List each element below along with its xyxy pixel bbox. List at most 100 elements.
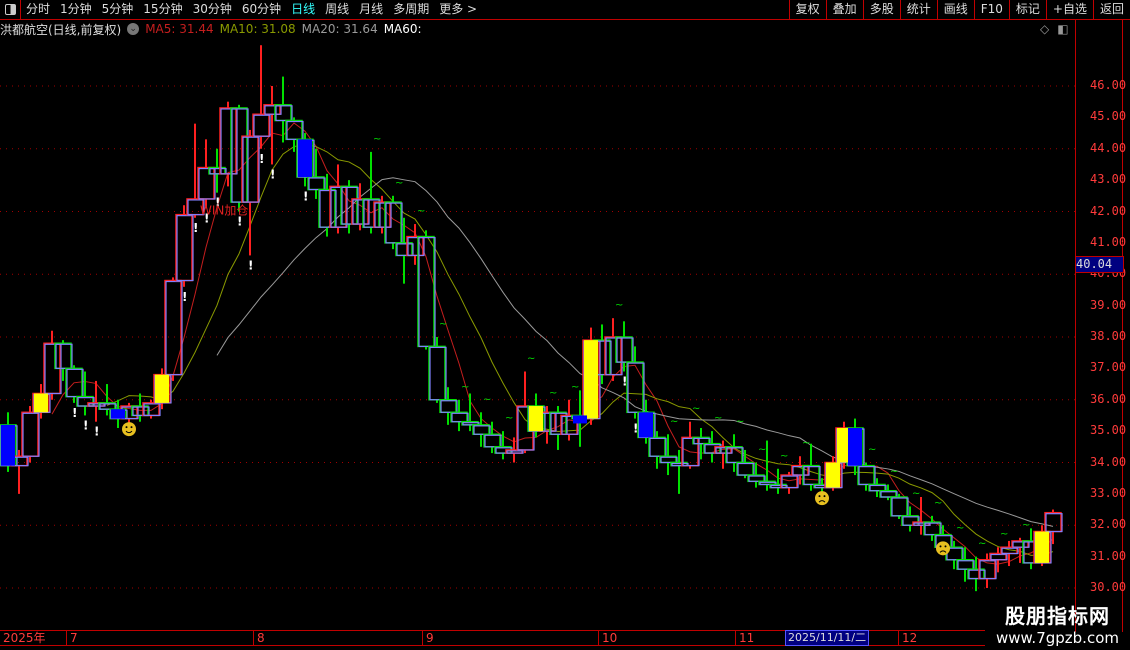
tilde-marker: ~ <box>956 523 964 534</box>
candle-box <box>209 167 227 175</box>
candle-box <box>242 136 260 203</box>
smiley-icon <box>122 422 136 437</box>
candle-box <box>627 362 645 413</box>
exclaim-marker: ! <box>182 290 187 304</box>
candle-box <box>429 346 447 401</box>
candle-body <box>439 399 457 414</box>
tilde-marker: ~ <box>692 404 700 415</box>
y-tick-label: 37.00 <box>1090 360 1127 375</box>
candle-box <box>957 560 975 570</box>
candle-box <box>275 105 293 122</box>
sad-face-icon <box>936 541 950 556</box>
face-eye <box>130 426 133 429</box>
exclaim-marker: ! <box>622 375 627 389</box>
candle-body <box>21 411 39 457</box>
face-eye <box>939 545 942 548</box>
candle-body <box>857 464 875 486</box>
tilde-marker: ~ <box>758 445 766 456</box>
blue-signal-bar <box>298 139 312 177</box>
tilde-marker: ~ <box>483 394 491 405</box>
tilde-marker: ~ <box>714 413 722 424</box>
tilde-marker: ~ <box>527 354 535 365</box>
candle-body <box>318 188 336 228</box>
candlestick-chart[interactable]: !! !!!!!!!!!!!!~~~~~~~~~~~~~~ ~~~~~~~~~~~~… <box>0 0 1075 630</box>
candle-body <box>307 176 325 191</box>
y-tick-label: 45.00 <box>1090 109 1127 124</box>
candle-box <box>473 425 491 435</box>
tilde-marker: ~ <box>461 382 469 393</box>
yellow-signal-bar <box>155 374 169 403</box>
y-tick-label: 30.00 <box>1090 580 1127 594</box>
candle-box <box>1045 513 1063 533</box>
candle-body <box>164 279 182 376</box>
candle-box <box>418 237 436 348</box>
candle-box <box>363 199 381 228</box>
candle-box <box>902 516 920 526</box>
exclaim-marker: ! <box>94 425 99 439</box>
toolbar-button[interactable]: 返回 <box>1092 0 1130 19</box>
candle-body <box>417 235 435 348</box>
y-tick-label: 35.00 <box>1090 423 1127 438</box>
exclaim-marker: ! <box>83 418 88 432</box>
candle-body <box>230 107 248 203</box>
candle-box <box>253 114 271 137</box>
tilde-marker: ~ <box>1022 520 1030 531</box>
y-tick-label: 32.00 <box>1090 517 1127 532</box>
candle-box <box>165 280 183 376</box>
candle-body <box>274 104 292 122</box>
x-label-dec: 12 <box>898 631 917 645</box>
y-tick-label: 42.00 <box>1090 203 1127 218</box>
candle-box <box>990 553 1008 561</box>
candle-body <box>890 496 908 517</box>
tilde-marker: ~ <box>802 438 810 449</box>
candle-body <box>219 107 237 175</box>
candle-body <box>428 345 446 401</box>
candle-box <box>231 108 249 203</box>
candle-box <box>220 108 238 175</box>
candle-box <box>726 447 744 464</box>
y-axis-divider <box>1075 20 1076 632</box>
candle-box <box>891 497 909 517</box>
candle-body <box>241 135 259 203</box>
candle-box <box>605 337 623 376</box>
exclaim-marker: ! <box>259 152 264 166</box>
yellow-signal-bar <box>1035 531 1049 563</box>
signal-label: WIN加仓 <box>200 204 248 218</box>
candle-box <box>55 343 73 369</box>
y-tick-label: 44.00 <box>1090 140 1127 155</box>
blue-signal-bar <box>573 415 587 424</box>
candle-box <box>880 491 898 498</box>
y-tick-label: 34.00 <box>1090 454 1127 469</box>
candle-box <box>869 484 887 492</box>
candle-box <box>484 434 502 448</box>
candle-box <box>308 177 326 191</box>
yellow-signal-bar <box>529 406 543 432</box>
candle-box <box>132 406 150 417</box>
candle-body <box>648 436 666 457</box>
candle-body <box>626 361 644 414</box>
candle-body <box>615 336 633 363</box>
face-eye <box>823 495 826 498</box>
candle-body <box>1044 511 1062 533</box>
tilde-marker: ~ <box>395 178 403 189</box>
exclaim-marker: ! <box>193 221 198 235</box>
y-tick-label: 46.00 <box>1090 78 1127 92</box>
current-price-tag: 40.04 <box>1075 256 1124 273</box>
x-label-jul: 7 <box>66 631 78 645</box>
candle-body <box>175 213 193 282</box>
y-tick-label: 33.00 <box>1090 485 1127 500</box>
candle-box <box>176 215 194 282</box>
tilde-marker: ~ <box>890 466 898 477</box>
y-tick-label: 39.00 <box>1090 297 1127 312</box>
candle-box <box>748 475 766 482</box>
cursor-date-label: 2025/11/11/二 <box>785 630 870 646</box>
face-eye <box>944 545 947 548</box>
watermark-line1: 股朋指标网 <box>1005 604 1110 628</box>
tilde-marker: ~ <box>571 382 579 393</box>
candle-box <box>616 337 634 363</box>
tilde-marker: ~ <box>780 451 788 462</box>
watermark-line2: www.7gpzb.com <box>996 629 1119 647</box>
tilde-marker: ~ <box>934 498 942 509</box>
tilde-marker: ~ <box>868 445 876 456</box>
candle-box <box>396 243 414 257</box>
